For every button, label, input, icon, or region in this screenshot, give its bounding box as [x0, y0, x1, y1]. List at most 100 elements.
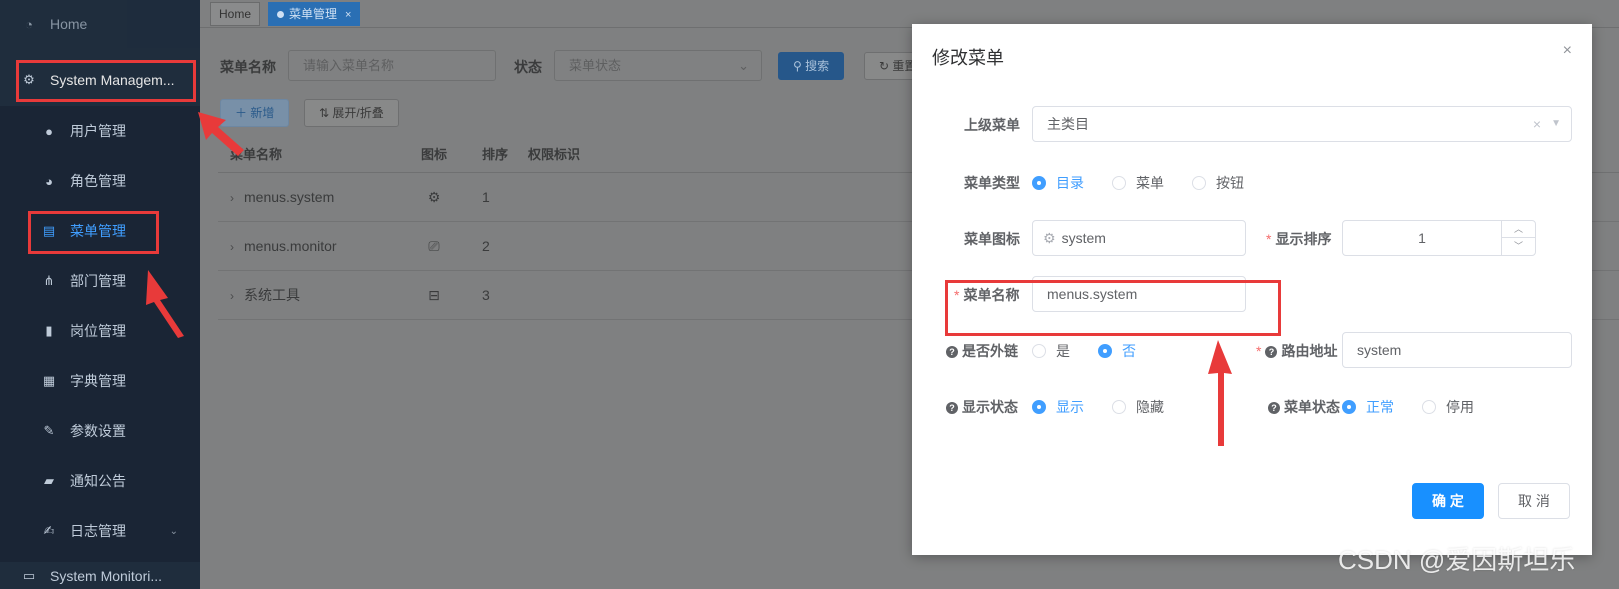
tree-table-icon: ▤: [42, 223, 56, 238]
expand-chevron-icon[interactable]: ›: [230, 240, 244, 254]
watermark: CSDN @爱因斯坦乐: [1338, 545, 1576, 575]
query-status-select[interactable]: 菜单状态 ⌄: [554, 50, 762, 81]
tag-menu-management[interactable]: 菜单管理 ×: [268, 2, 361, 26]
active-dot-icon: [277, 11, 284, 18]
expand-collapse-button[interactable]: ⇅ 展开/折叠: [304, 99, 399, 127]
sidebar-item-home[interactable]: ◔ Home: [0, 0, 200, 48]
message-icon: ▰: [44, 473, 54, 488]
parent-menu-select[interactable]: 主类目 × ▼: [1032, 106, 1572, 142]
radio-type-menu[interactable]: 菜单: [1112, 173, 1164, 193]
menu-name-text: 菜单名称: [963, 287, 1020, 303]
menu-icon-label: 菜单图标: [964, 231, 1020, 247]
sidebar-item-users[interactable]: ● 用户管理: [0, 106, 200, 156]
display-order-text: 显示排序: [1275, 231, 1332, 247]
expand-chevron-icon[interactable]: ›: [230, 289, 244, 303]
sidebar-item-label: 菜单管理: [70, 223, 126, 239]
sidebar-item-label: 通知公告: [70, 473, 126, 489]
sidebar-item-dict[interactable]: ▦ 字典管理: [0, 356, 200, 406]
sidebar-item-system-management[interactable]: ⚙ System Managem...: [0, 56, 200, 104]
route-path-label: *? 路由地址: [1256, 343, 1338, 359]
visible-status-text: 显示状态: [962, 399, 1018, 415]
tag-home[interactable]: Home: [210, 2, 261, 26]
question-icon[interactable]: ?: [1265, 346, 1278, 358]
radio-circle: [1192, 176, 1206, 190]
confirm-button[interactable]: 确 定: [1412, 483, 1484, 519]
sidebar-item-system-label: System Managem...: [50, 72, 175, 88]
menu-status-text: 菜单状态: [1284, 399, 1340, 415]
radio-status-disabled[interactable]: 停用: [1422, 397, 1474, 417]
parent-menu-value: 主类目: [1047, 116, 1089, 132]
menu-name-label: * 菜单名称: [954, 287, 1020, 303]
expand-button-label: 展开/折叠: [332, 106, 384, 120]
external-link-label: ? 是否外链: [946, 341, 1018, 361]
radio-visible-hide[interactable]: 隐藏: [1112, 397, 1164, 417]
radio-circle: [1112, 400, 1126, 414]
menu-status-label: ? 菜单状态: [1268, 397, 1340, 417]
radio-label: 按钮: [1216, 175, 1244, 191]
close-icon[interactable]: ×: [1563, 42, 1572, 60]
route-path-input[interactable]: system: [1342, 332, 1572, 368]
sidebar-item-logs[interactable]: ✍ 日志管理 ⌄: [0, 506, 200, 556]
menu-name-input[interactable]: menus.system: [1032, 276, 1246, 312]
dict-icon: ▦: [42, 373, 56, 388]
radio-circle: [1342, 400, 1356, 414]
sidebar-item-label: 日志管理: [70, 523, 126, 539]
edit-icon: ✎: [43, 423, 55, 438]
question-icon[interactable]: ?: [1268, 402, 1280, 414]
radio-type-directory[interactable]: 目录: [1032, 173, 1084, 193]
row-order: 2: [482, 238, 490, 254]
query-name-input[interactable]: 请输入菜单名称: [288, 50, 496, 81]
close-icon[interactable]: ×: [345, 9, 351, 21]
question-icon[interactable]: ?: [946, 402, 958, 414]
peoples-icon: ◕: [45, 173, 53, 189]
sidebar-item-menus[interactable]: ▤ 菜单管理: [0, 206, 200, 256]
sidebar-item-posts[interactable]: ▮ 岗位管理: [0, 306, 200, 356]
radio-type-button[interactable]: 按钮: [1192, 173, 1244, 193]
plus-icon: ＋: [235, 106, 251, 120]
add-button-label: 新增: [250, 106, 275, 120]
visible-status-label: ? 显示状态: [946, 397, 1018, 417]
dialog-title: 修改菜单: [932, 48, 1004, 68]
dashboard-icon: ◔: [25, 16, 33, 32]
sidebar-item-roles[interactable]: ◕ 角色管理: [0, 156, 200, 206]
radio-status-normal[interactable]: 正常: [1342, 397, 1394, 417]
radio-visible-show[interactable]: 显示: [1032, 397, 1084, 417]
row-name: menus.system: [244, 189, 335, 205]
sidebar-item-label: 字典管理: [70, 373, 126, 389]
log-icon: ✍: [43, 523, 55, 538]
radio-label: 停用: [1446, 399, 1474, 415]
radio-external-no[interactable]: 否: [1098, 341, 1136, 361]
sidebar-item-notice[interactable]: ▰ 通知公告: [0, 456, 200, 506]
add-button[interactable]: ＋ 新增: [220, 99, 290, 127]
radio-circle: [1098, 344, 1112, 358]
column-header: 菜单名称: [230, 147, 283, 162]
monitor-icon: ⎚: [428, 237, 440, 254]
parent-menu-label: 上级菜单: [964, 117, 1020, 133]
question-icon[interactable]: ?: [946, 346, 958, 358]
radio-external-yes[interactable]: 是: [1032, 341, 1070, 361]
expand-chevron-icon[interactable]: ›: [230, 191, 244, 205]
monitor-icon: ▭: [22, 567, 36, 583]
increment-icon[interactable]: ︿: [1501, 221, 1535, 238]
search-icon: ⚲: [793, 59, 806, 73]
query-status-label: 状态: [514, 59, 542, 75]
sidebar-item-label: 岗位管理: [70, 323, 126, 339]
search-button[interactable]: ⚲ 搜索: [778, 52, 845, 80]
route-path-text: 路由地址: [1281, 343, 1338, 359]
display-order-value: 1: [1418, 230, 1426, 246]
cancel-button[interactable]: 取 消: [1498, 483, 1570, 519]
menu-icon-input[interactable]: ⚙ system: [1032, 220, 1246, 256]
external-link-text: 是否外链: [962, 343, 1018, 359]
query-status-placeholder: 菜单状态: [569, 58, 622, 73]
display-order-stepper[interactable]: 1 ︿ ﹀: [1342, 220, 1536, 256]
clear-icon[interactable]: ×: [1533, 107, 1541, 141]
sidebar-item-departments[interactable]: ⋔ 部门管理: [0, 256, 200, 306]
chevron-down-icon: ⌄: [738, 58, 749, 73]
column-header: 排序: [482, 147, 509, 162]
sidebar-item-config[interactable]: ✎ 参数设置: [0, 406, 200, 456]
caret-down-icon: ▼: [1551, 118, 1561, 129]
decrement-icon[interactable]: ﹀: [1501, 238, 1535, 255]
radio-circle: [1032, 176, 1046, 190]
refresh-icon: ↻: [879, 59, 893, 73]
sidebar-item-system-monitor[interactable]: ▭ System Monitori...: [0, 562, 200, 589]
